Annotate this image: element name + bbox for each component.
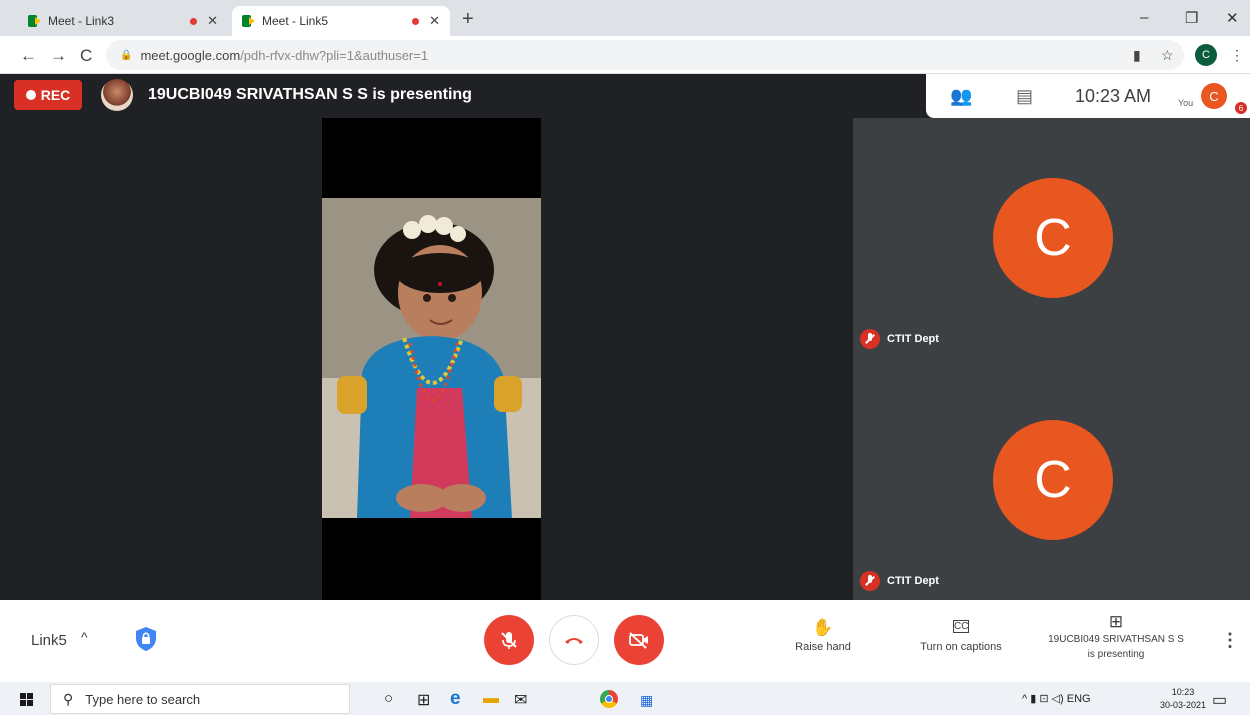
participant-name-tag: CTIT Dept — [860, 571, 939, 591]
tab-meet-link3[interactable]: Meet - Link3 ✕ — [18, 6, 228, 36]
forward-arrow-icon[interactable]: → — [50, 46, 67, 66]
chrome-taskbar-icon[interactable] — [600, 690, 618, 708]
action-center-icon[interactable]: ▭ — [1212, 690, 1227, 710]
system-tray[interactable]: ^ ▮ ⊡ ◁) ENG — [1022, 692, 1091, 705]
restore-button[interactable]: ❐ — [1185, 9, 1198, 27]
presenting-title: 19UCBI049 SRIVATHSAN S S is presenting — [148, 86, 472, 103]
participant-name: CTIT Dept — [887, 333, 939, 345]
bookmark-star-icon[interactable]: ☆ — [1161, 47, 1174, 64]
captions-button[interactable]: CC Turn on captions — [908, 620, 1014, 653]
taskbar-clock[interactable]: 10:23 30-03-2021 — [1160, 686, 1206, 712]
rec-label: REC — [40, 87, 71, 103]
participant-name: CTIT Dept — [887, 575, 939, 587]
people-icon[interactable]: 👥 — [950, 86, 972, 107]
camera-toggle-button[interactable] — [614, 615, 664, 665]
present-screen-icon: ⊞ — [1108, 612, 1124, 631]
search-icon: ⚲ — [63, 690, 74, 707]
tab-title: Meet - Link3 — [48, 14, 115, 28]
recording-dot-icon — [190, 17, 198, 25]
you-label: You — [1178, 98, 1194, 108]
close-window-button[interactable]: ✕ — [1226, 9, 1239, 27]
captions-label: Turn on captions — [920, 641, 1002, 653]
mic-off-icon — [860, 571, 880, 591]
leave-call-button[interactable] — [549, 615, 599, 665]
meet-favicon-icon — [242, 15, 256, 27]
reload-icon[interactable]: C — [80, 46, 92, 66]
tab-meet-link5[interactable]: Meet - Link5 ✕ — [232, 6, 450, 36]
participant-avatar: C — [993, 420, 1113, 540]
present-now-button[interactable]: ⊞ 19UCBI049 SRIVATHSAN S S is presenting — [1036, 612, 1196, 660]
child-portrait-image — [322, 198, 541, 518]
tab-title: Meet - Link5 — [262, 14, 329, 28]
taskbar-search-placeholder: Type here to search — [85, 691, 201, 707]
recording-dot-icon — [412, 17, 420, 25]
chevron-up-icon[interactable]: ^ — [81, 629, 88, 645]
taskbar-search-input[interactable]: ⚲ Type here to search — [50, 684, 350, 714]
raise-hand-button[interactable]: ✋ Raise hand — [790, 618, 856, 653]
self-avatar[interactable]: C — [1201, 83, 1227, 109]
taskbar-date: 30-03-2021 — [1160, 700, 1207, 710]
raise-hand-label: Raise hand — [795, 641, 851, 653]
url-path: /pdh-rfvx-dhw?pli=1&authuser=1 — [240, 47, 429, 63]
url-input[interactable]: 🔒 meet.google.com /pdh-rfvx-dhw?pli=1&au… — [106, 40, 1184, 70]
captions-icon: CC — [953, 620, 969, 633]
windows-start-icon[interactable] — [20, 693, 34, 707]
participant-avatar: C — [993, 178, 1113, 298]
lock-icon: 🔒 — [120, 49, 133, 61]
profile-avatar[interactable]: C — [1195, 44, 1217, 66]
shield-lock-icon[interactable] — [134, 626, 158, 652]
taskbar-time: 10:23 — [1171, 687, 1195, 697]
more-options-icon[interactable]: ⋮ — [1221, 630, 1239, 651]
task-view-icon[interactable]: ⊞ — [417, 690, 430, 710]
back-arrow-icon[interactable]: ← — [20, 46, 37, 66]
present-label-line1: 19UCBI049 SRIVATHSAN S S — [1048, 634, 1184, 645]
present-label-line2: is presenting — [1087, 649, 1145, 660]
new-tab-button[interactable]: + — [462, 8, 474, 31]
presented-photo — [322, 198, 541, 518]
hang-up-icon — [565, 638, 583, 644]
chat-icon[interactable]: ▤ — [1016, 86, 1033, 107]
edge-browser-icon[interactable]: e — [450, 688, 461, 710]
meeting-details-button[interactable]: Link5 — [31, 632, 67, 649]
mic-off-icon — [860, 329, 880, 349]
file-explorer-icon[interactable]: ▬ — [483, 690, 499, 708]
meeting-clock: 10:23 AM — [1075, 86, 1152, 106]
url-host: meet.google.com — [140, 47, 241, 63]
mic-off-icon — [501, 632, 517, 649]
tab-close-icon[interactable]: ✕ — [207, 13, 218, 29]
camera-off-icon — [629, 632, 648, 649]
presenter-avatar — [101, 79, 133, 111]
mail-icon[interactable]: ✉ — [514, 690, 527, 710]
notification-badge: 6 — [1235, 102, 1247, 114]
record-dot-icon — [25, 90, 36, 100]
app-taskbar-icon[interactable]: ▦ — [640, 692, 653, 709]
meet-favicon-icon — [28, 15, 42, 27]
tab-close-icon[interactable]: ✕ — [429, 13, 440, 29]
participant-name-tag: CTIT Dept — [860, 329, 939, 349]
cortana-icon[interactable]: ○ — [384, 690, 393, 707]
raise-hand-icon: ✋ — [812, 618, 834, 637]
camera-icon[interactable]: ▮ — [1133, 47, 1141, 64]
mic-toggle-button[interactable] — [484, 615, 534, 665]
minimize-button[interactable]: – — [1140, 9, 1148, 26]
recording-badge: REC — [14, 80, 82, 110]
browser-menu-icon[interactable]: ⋮ — [1230, 47, 1244, 64]
